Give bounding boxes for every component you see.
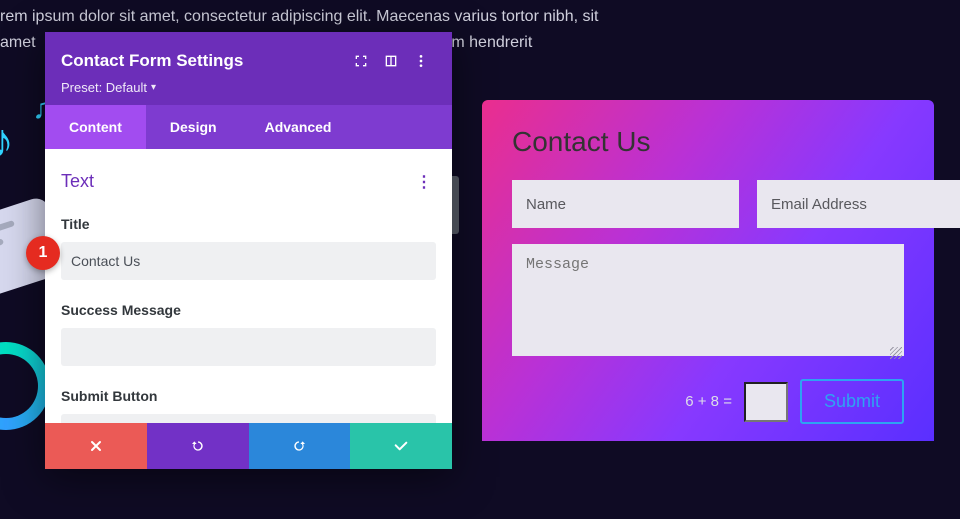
bg-text-line1: rem ipsum dolor sit amet, consectetur ad… xyxy=(0,4,940,30)
contact-form-preview: Contact Us 6 + 8 = Submit xyxy=(482,100,934,441)
section-more-icon[interactable]: ⋮ xyxy=(412,172,436,192)
expand-icon[interactable] xyxy=(346,46,376,76)
redo-icon xyxy=(291,438,307,454)
submit-button[interactable]: Submit xyxy=(800,379,904,424)
panel-footer xyxy=(45,423,452,469)
close-icon xyxy=(88,438,104,454)
undo-button[interactable] xyxy=(147,423,249,469)
check-icon xyxy=(393,438,409,454)
contact-form-settings-panel: Contact Form Settings Preset: Default ▾ … xyxy=(45,32,452,469)
captcha-input[interactable] xyxy=(744,382,788,422)
bg-text-line2a: amet xyxy=(0,34,36,51)
title-field-label: Title xyxy=(61,216,436,232)
more-icon[interactable] xyxy=(406,46,436,76)
form-heading: Contact Us xyxy=(512,126,904,158)
message-textarea[interactable] xyxy=(512,244,904,356)
panel-header[interactable]: Contact Form Settings Preset: Default ▾ xyxy=(45,32,452,105)
callout-number: 1 xyxy=(39,244,48,262)
panel-title: Contact Form Settings xyxy=(61,51,346,71)
music-note-icon: ♪ xyxy=(0,114,14,169)
redo-button[interactable] xyxy=(249,423,351,469)
save-button[interactable] xyxy=(350,423,452,469)
email-input[interactable] xyxy=(757,180,960,228)
preset-label: Preset: Default xyxy=(61,80,147,95)
decorative-ring xyxy=(0,342,50,430)
name-input[interactable] xyxy=(512,180,739,228)
tab-design[interactable]: Design xyxy=(146,105,241,149)
preset-selector[interactable]: Preset: Default ▾ xyxy=(61,80,436,95)
tab-advanced[interactable]: Advanced xyxy=(241,105,356,149)
submit-button-label: Submit Button xyxy=(61,388,436,404)
success-message-input[interactable] xyxy=(61,328,436,366)
chevron-down-icon: ▾ xyxy=(151,82,156,93)
cancel-button[interactable] xyxy=(45,423,147,469)
panel-resize-handle[interactable] xyxy=(452,176,459,234)
section-heading: Text xyxy=(61,171,412,192)
callout-badge: 1 xyxy=(26,236,60,270)
panel-tabs: Content Design Advanced xyxy=(45,105,452,149)
layout-icon[interactable] xyxy=(376,46,406,76)
submit-button-input[interactable] xyxy=(61,414,436,423)
tab-content[interactable]: Content xyxy=(45,105,146,149)
success-message-label: Success Message xyxy=(61,302,436,318)
panel-body: Text ⋮ Title Success Message Submit Butt… xyxy=(45,149,452,423)
title-input[interactable] xyxy=(61,242,436,280)
captcha-question: 6 + 8 = xyxy=(685,393,732,410)
undo-icon xyxy=(190,438,206,454)
